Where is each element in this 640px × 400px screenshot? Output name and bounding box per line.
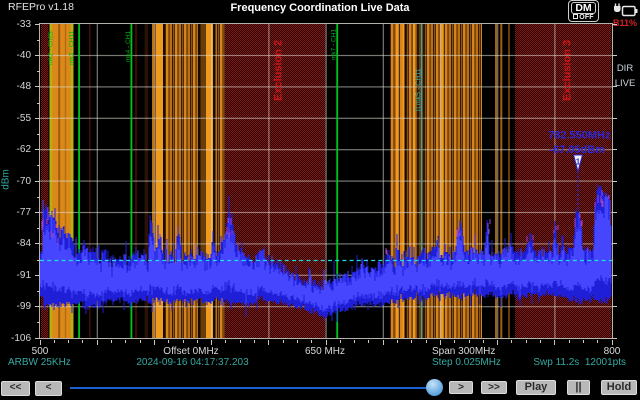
svg-text:mk2 - Ch25: mk2 - Ch25 <box>48 31 55 65</box>
svg-text:782.550MHz: 782.550MHz <box>548 130 611 142</box>
svg-text:-67.05dBm: -67.05dBm <box>549 144 605 156</box>
svg-text:1: 1 <box>576 158 581 167</box>
svg-text:[].mk5 - CH11: [].mk5 - CH11 <box>415 68 422 111</box>
svg-text:Exclusion 2: Exclusion 2 <box>273 40 285 101</box>
svg-text:mk4 - CH1: mk4 - CH1 <box>125 31 132 62</box>
svg-text:Exclusion 3: Exclusion 3 <box>562 40 574 101</box>
svg-text:mk7 - CH1: mk7 - CH1 <box>331 29 338 60</box>
svg-text:mk3 - CH11: mk3 - CH11 <box>69 30 76 65</box>
